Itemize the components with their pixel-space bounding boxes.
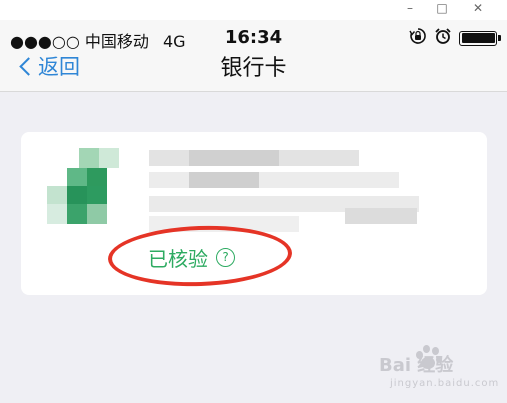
window-title-bar: – □ ✕ bbox=[0, 0, 507, 20]
close-button[interactable]: ✕ bbox=[463, 0, 493, 18]
status-icons bbox=[409, 27, 501, 49]
bank-logo bbox=[45, 146, 125, 226]
screenshot: – □ ✕ ●●●○○ 中国移动 4G 16:34 返回 银行卡 已核验 ? B… bbox=[0, 0, 507, 403]
battery-icon bbox=[459, 30, 501, 46]
page-title: 银行卡 bbox=[220, 56, 287, 81]
rotation-lock-icon bbox=[409, 27, 427, 49]
navigation-bar: ●●●○○ 中国移动 4G 16:34 返回 银行卡 bbox=[0, 20, 507, 92]
minimize-button[interactable]: – bbox=[395, 0, 425, 18]
masked-card-info bbox=[149, 150, 449, 232]
watermark-logo: Bai 经验 bbox=[379, 355, 454, 376]
watermark-url: jingyan.baidu.com bbox=[390, 378, 500, 389]
alarm-icon bbox=[434, 27, 452, 49]
maximize-button[interactable]: □ bbox=[427, 0, 457, 18]
